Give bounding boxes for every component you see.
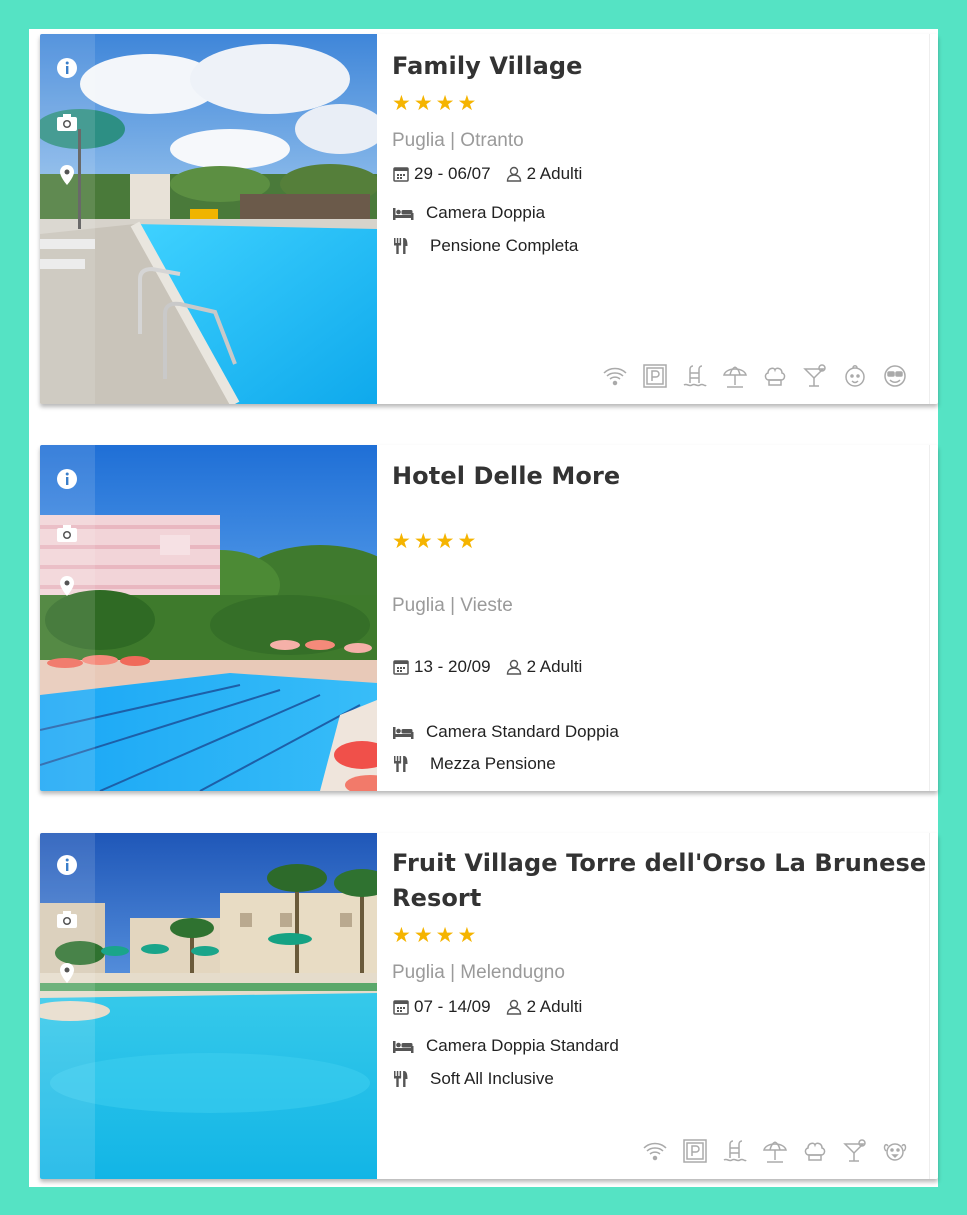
room-row: Camera Standard Doppia (392, 722, 619, 742)
hotel-card[interactable]: Fruit Village Torre dell'Orso La Brunese… (40, 833, 938, 1179)
cocktail-icon (842, 1138, 868, 1164)
bed-icon (392, 723, 414, 741)
hotel-photo[interactable] (40, 34, 377, 404)
chef-hat-icon (802, 1138, 828, 1164)
hotel-location: Puglia | Melendugno (392, 962, 565, 983)
room-type: Camera Doppia Standard (426, 1036, 619, 1055)
pool-icon (722, 1138, 748, 1164)
cutlery-icon (392, 1070, 410, 1088)
pool-icon (682, 363, 708, 389)
star-rating: ★★★★ (392, 529, 480, 553)
board-type: Soft All Inclusive (430, 1069, 554, 1088)
guest-count: 2 Adulti (526, 997, 583, 1016)
star-rating: ★★★★ (392, 923, 480, 947)
room-row: Camera Doppia Standard (392, 1036, 619, 1056)
parking-icon (682, 1138, 708, 1164)
cutlery-icon (392, 237, 410, 255)
hotel-card[interactable]: Hotel Delle More ★★★★ Puglia | Vieste 13… (40, 445, 938, 791)
hotel-name[interactable]: Fruit Village Torre dell'Orso La Brunese… (392, 846, 926, 916)
cocktail-icon (802, 363, 828, 389)
map-pin-icon[interactable] (55, 574, 79, 598)
hotel-name-line1[interactable]: Fruit Village Torre dell'Orso La Brunese (392, 846, 926, 881)
camera-icon[interactable] (55, 111, 79, 135)
travel-dates: 07 - 14/09 (414, 997, 491, 1016)
user-icon (505, 658, 523, 676)
board-type: Mezza Pensione (430, 754, 556, 773)
map-pin-icon[interactable] (55, 163, 79, 187)
board-row: Soft All Inclusive (392, 1069, 554, 1089)
camera-icon[interactable] (55, 522, 79, 546)
map-pin-icon[interactable] (55, 961, 79, 985)
info-icon[interactable] (55, 56, 79, 80)
beach-umbrella-icon (722, 363, 748, 389)
hotel-card[interactable]: Family Village ★★★★ Puglia | Otranto 29 … (40, 34, 938, 404)
beach-umbrella-icon (762, 1138, 788, 1164)
amenities-row (642, 1138, 908, 1164)
room-type: Camera Doppia (426, 203, 546, 222)
hotel-name[interactable]: Family Village (392, 49, 583, 84)
star-rating: ★★★★ (392, 91, 480, 115)
board-row: Pensione Completa (392, 236, 578, 256)
amenities-row (602, 363, 908, 389)
hotel-name-line2[interactable]: Resort (392, 881, 926, 916)
hotel-photo[interactable] (40, 445, 377, 791)
photo-action-strip (40, 34, 95, 404)
baby-icon (842, 363, 868, 389)
camera-icon[interactable] (55, 908, 79, 932)
dates-guests-row: 07 - 14/09 2 Adulti (392, 997, 582, 1017)
travel-dates: 13 - 20/09 (414, 657, 491, 676)
pet-icon (882, 1138, 908, 1164)
room-row: Camera Doppia (392, 203, 545, 223)
calendar-icon (392, 165, 410, 183)
smiley-icon (882, 363, 908, 389)
room-type: Camera Standard Doppia (426, 722, 619, 741)
cutlery-icon (392, 755, 410, 773)
bed-icon (392, 204, 414, 222)
photo-action-strip (40, 833, 95, 1179)
wifi-icon (642, 1138, 668, 1164)
travel-dates: 29 - 06/07 (414, 164, 491, 183)
card-divider (929, 445, 930, 791)
board-type: Pensione Completa (430, 236, 579, 255)
card-divider (929, 34, 930, 404)
wifi-icon (602, 363, 628, 389)
dates-guests-row: 29 - 06/07 2 Adulti (392, 164, 582, 184)
guest-count: 2 Adulti (526, 657, 583, 676)
dates-guests-row: 13 - 20/09 2 Adulti (392, 657, 582, 677)
card-divider (929, 833, 930, 1179)
guest-count: 2 Adulti (526, 164, 583, 183)
board-row: Mezza Pensione (392, 754, 556, 774)
user-icon (505, 998, 523, 1016)
chef-hat-icon (762, 363, 788, 389)
hotel-location: Puglia | Otranto (392, 130, 524, 151)
parking-icon (642, 363, 668, 389)
calendar-icon (392, 658, 410, 676)
user-icon (505, 165, 523, 183)
hotel-name[interactable]: Hotel Delle More (392, 459, 620, 494)
photo-action-strip (40, 445, 95, 791)
bed-icon (392, 1037, 414, 1055)
hotel-photo[interactable] (40, 833, 377, 1179)
info-icon[interactable] (55, 467, 79, 491)
hotel-location: Puglia | Vieste (392, 595, 513, 616)
calendar-icon (392, 998, 410, 1016)
info-icon[interactable] (55, 853, 79, 877)
